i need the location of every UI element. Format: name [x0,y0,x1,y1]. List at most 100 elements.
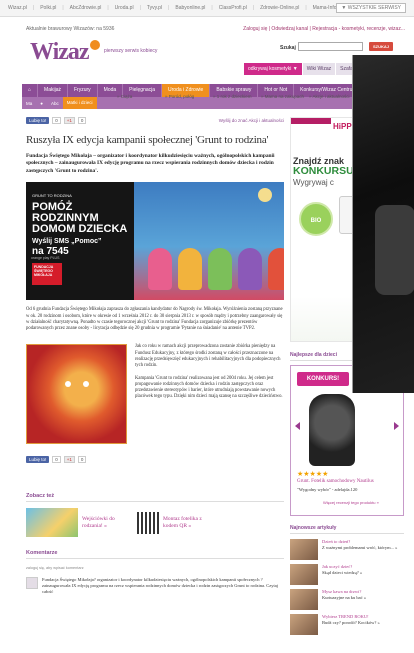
network-link[interactable]: AbcZdrowie.pl [70,5,102,11]
campaign-small-title: GRUNT TO RODZINA [32,193,72,199]
latest-article[interactable]: Wybierz TREND ROKU! Budź czy? porodó? Koc… [290,614,404,635]
latest-article[interactable]: Dzień to dzień? Z ważnymi problemami wróć… [290,539,404,560]
body-paragraph: Jak co roku w ramach akcji przeprowadzon… [135,344,281,369]
article-thumbnail[interactable] [290,614,318,635]
child-figure [238,248,262,291]
network-link[interactable]: Wizaz.pl [8,5,27,11]
google-plus-button[interactable]: +1 [63,456,75,464]
contest-banner[interactable]: KONKURS! [297,372,349,386]
illustration-image [26,344,127,445]
breadcrumb-link[interactable]: » Poród, połóg [165,93,213,100]
separator-icon: | [107,5,109,11]
network-link[interactable]: ClassProfi.pl [219,5,247,11]
social-bar: Lubię to! 0 +1 0 Wyślij do znać Akcji i … [26,117,284,124]
article-lead: Fundacja Świętego Mikołaja – organizator… [26,153,275,174]
ad-bar [291,118,331,124]
overlay-photo [352,55,414,393]
separator-icon: | [32,5,35,11]
breadcrumb-link[interactable]: » Mama na zakupach [261,93,309,100]
like-count: 0 [52,117,61,124]
send-link[interactable]: Wyślij do znać Akcji i aktualności [219,118,284,123]
article-teaser: Dzień to dzień? Z ważnymi problemami wróć… [322,539,404,560]
arrow-left-icon[interactable] [295,422,300,430]
separator-icon: | [139,5,141,11]
article-thumbnail[interactable] [290,539,318,560]
article-thumbnail[interactable] [290,589,318,610]
article-snippet: Kurtuazyjne na ku bać » [322,594,366,600]
latest-article[interactable]: Jak uczyć dzieć? Skąd dzieci wiedzą? » [290,564,404,585]
breadcrumb-link[interactable]: » 1 rok z dzieckiem [213,93,261,100]
logo-text: Wizaz [30,39,90,65]
network-link[interactable]: Polki.pl [40,5,56,11]
network-link[interactable]: Zdrowie-Online.pl [260,5,299,11]
breadcrumb-link[interactable]: » Akcje i aktualności [309,93,357,100]
article-snippet: Z ważnymi problemami wróć, którym... » [322,544,398,550]
site-logo[interactable]: Wizaz [30,39,100,66]
nav-item[interactable]: ⌂ [22,84,39,97]
campaign-illustration [134,182,284,301]
comments-heading: Komentarze [26,550,284,560]
latest-article[interactable]: Mysz kawa na drzwi? Kurtuazyjne na ku bać… [290,589,404,610]
subnav-item[interactable]: Abc [47,101,63,106]
subnav-item[interactable]: ● [36,101,47,106]
article-snippet: Skąd dzieci wiedzą? » [322,569,363,575]
article-teaser: Jak uczyć dzieć? Skąd dzieci wiedzą? » [322,564,404,585]
social-bar-bottom: Lubię to! 0 +1 0 [26,456,284,464]
separator-icon: | [62,5,64,11]
see-also-list: Wejściówki do rodzania! » Montaz fotelik… [26,508,284,538]
qr-code-icon[interactable] [137,511,159,534]
subnav-item[interactable]: Matki i dzieci [62,97,97,109]
user-tab[interactable]: odkrywaj kosmetyki ▼ [244,63,302,75]
search-input[interactable] [298,42,363,51]
latest-articles-heading: Najnowsze artykuły [290,525,404,534]
see-also-title[interactable]: Montaz fotelika z kodem QR » [163,516,208,529]
subnav-item[interactable]: Ma [22,101,36,106]
comment-text: Fundacja Świętego Mikołaja? organizator … [42,577,279,595]
ad-line-3: Wygrywaj c [293,178,334,187]
breadcrumb-link[interactable]: » Ciąża [117,93,165,100]
online-count: Aktualnie brawurowy Wizazów: na 5936 [26,26,115,32]
eye-shape [65,381,71,388]
all-services-button[interactable]: ▼ WSZYSTKIE SERWISY [336,3,406,13]
see-also-title[interactable]: Wejściówki do rodzania! » [82,516,127,529]
user-tab[interactable]: Wiki Wizaz [302,63,336,75]
see-also-item[interactable]: Montaz fotelika z kodem QR » [137,508,208,537]
search-label: Szukaj [280,45,296,51]
article-body: Jak co roku w ramach akcji przeprowadzon… [135,344,284,444]
see-also-thumbnail[interactable] [26,508,78,538]
latest-articles-list: Dzień to dzień? Z ważnymi problemami wróć… [290,539,404,635]
see-also-item[interactable]: Wejściówki do rodzania! » [26,508,127,538]
car-seat-image[interactable] [309,394,355,466]
child-figure [148,248,172,291]
article-paragraph: Od 6 grudnia Fundacja Świętego Mikołaja … [26,307,283,332]
google-plus-button[interactable]: +1 [63,117,75,124]
product-quote: "Wygodny wybór" - adelajda.120 [297,487,358,492]
search-button[interactable]: SZUKAJ [369,42,393,51]
photo-shape [375,205,414,295]
network-link[interactable]: Tyvy.pl [147,5,162,11]
facebook-like-button[interactable]: Lubię to! [26,117,50,124]
campaign-image: GRUNT TO RODZINA POMÓŻ RODZINNYM DOMOM D… [26,182,284,301]
moon-icon [258,188,272,203]
account-links[interactable]: Zaloguj się | Odwiedzaj kanal | Rejestra… [243,26,405,32]
article-thumbnail[interactable] [290,564,318,585]
nav-item[interactable]: Makijaż [38,84,68,97]
facebook-like-button[interactable]: Lubię to! [26,456,50,464]
network-link[interactable]: Uroda.pl [115,5,134,11]
network-link[interactable]: Babyonline.pl [175,5,205,11]
comments-login-note[interactable]: zaloguj się, aby wpisać komentarz [26,566,284,570]
body-paragraph: Kampania 'Grunt to rodzina' realizowana … [135,375,283,400]
nav-item[interactable]: Fryzury [68,84,98,97]
separator-icon: | [211,5,213,11]
site-tagline: pierwszy serwis kobiecy [104,48,158,54]
rating-stars: ★★★★★ [297,470,329,478]
product-title[interactable]: Grunt. Fotelik samochodowy Nautilus [297,479,374,484]
see-also-heading: Zobacz też [26,493,284,503]
more-reviews-link[interactable]: Więcej recenzji tego produktu » [323,500,379,505]
logo-dot-icon [89,40,100,50]
arrow-right-icon[interactable] [394,422,399,430]
campaign-text-panel: GRUNT TO RODZINA POMÓŻ RODZINNYM DOMOM D… [26,182,134,301]
header: Wizaz pierwszy serwis kobiecy Szukaj SZU… [22,37,409,75]
ad-brand: HiPP [333,122,352,131]
child-figure [268,248,284,291]
